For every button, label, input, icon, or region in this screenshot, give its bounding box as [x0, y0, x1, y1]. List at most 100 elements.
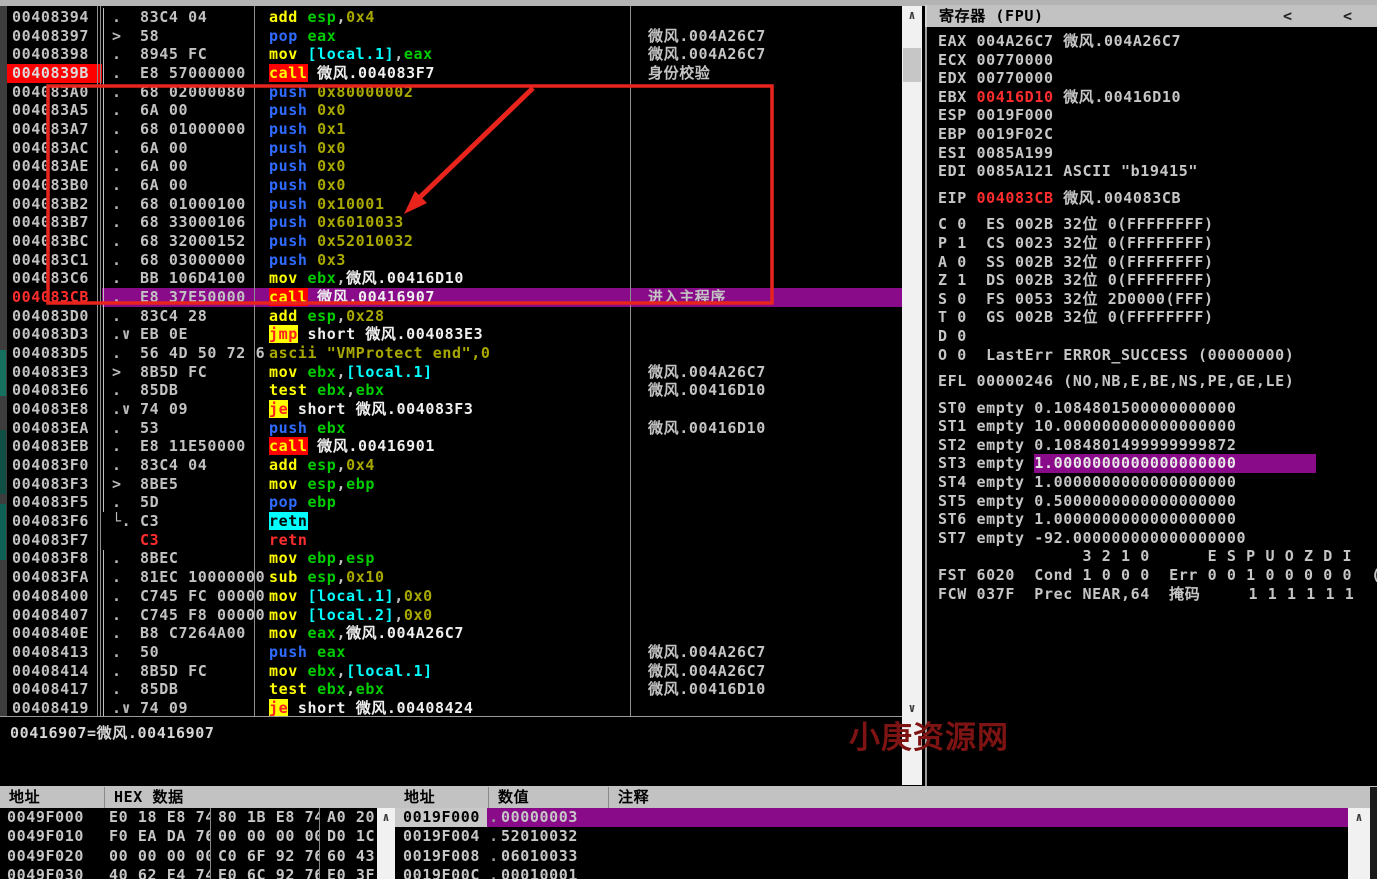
- disasm-row[interactable]: 004083E8.∨74 09je short 微风.004083F3: [7, 400, 902, 419]
- register-line[interactable]: ST0 empty 0.1084801500000000000: [927, 399, 1377, 418]
- address-cell[interactable]: 004083B0: [7, 176, 102, 195]
- address-cell[interactable]: 004083B7: [7, 213, 102, 232]
- address-cell[interactable]: 004083F6: [7, 512, 102, 531]
- address-cell[interactable]: 004083CB: [7, 288, 102, 307]
- register-line[interactable]: ST4 empty 1.0000000000000000000: [927, 473, 1377, 492]
- disasm-row[interactable]: 004083D5.56 4D 50 72 6F 74ascii "VMProte…: [7, 344, 902, 363]
- address-cell[interactable]: 004083BC: [7, 232, 102, 251]
- scroll-up-button[interactable]: ∧: [377, 808, 395, 825]
- register-line[interactable]: ESP 0019F000: [927, 106, 1377, 125]
- register-line[interactable]: EAX 004A26C7 微风.004A26C7: [927, 32, 1377, 51]
- dump-header-address[interactable]: 地址: [0, 787, 105, 808]
- dump-scrollbar[interactable]: ∧: [377, 808, 395, 879]
- stack-header-address[interactable]: 地址: [395, 787, 489, 808]
- disasm-row[interactable]: 004083BC.68 32000152push 0x52010032: [7, 232, 902, 251]
- registers-panel[interactable]: EAX 004A26C7 微风.004A26C7ECX 00770000EDX …: [925, 27, 1377, 786]
- address-cell[interactable]: 00408394: [7, 8, 102, 27]
- disasm-row[interactable]: 004083E6.85DBtest ebx,ebx微风.00416D10: [7, 381, 902, 400]
- disasm-row[interactable]: 004083A5.6A 00push 0x0: [7, 101, 902, 120]
- register-line[interactable]: ECX 00770000: [927, 51, 1377, 70]
- disasm-row[interactable]: 0040839B.E8 57000000call 微风.004083F7身份校验: [7, 64, 902, 83]
- register-line[interactable]: EBP 0019F02C: [927, 125, 1377, 144]
- disasm-row[interactable]: 004083C1.68 03000000push 0x3: [7, 251, 902, 270]
- disasm-row[interactable]: 00408413.50push eax微风.004A26C7: [7, 643, 902, 662]
- stack-header-comment[interactable]: 注释: [609, 787, 1348, 808]
- register-line[interactable]: ST1 empty 10.000000000000000000: [927, 417, 1377, 436]
- address-cell[interactable]: 004083FA: [7, 568, 102, 587]
- stack-row[interactable]: 0019F004.52010032: [395, 827, 1348, 846]
- address-cell[interactable]: 004083A5: [7, 101, 102, 120]
- disasm-row[interactable]: 00408419.∨74 09je short 微风.00408424: [7, 699, 902, 716]
- address-cell[interactable]: 00408398: [7, 45, 102, 64]
- register-line[interactable]: EFL 00000246 (NO,NB,E,BE,NS,PE,GE,LE): [927, 372, 1377, 391]
- address-cell[interactable]: 004083A0: [7, 83, 102, 102]
- scroll-up-button[interactable]: ∧: [1348, 808, 1370, 825]
- disasm-scrollbar[interactable]: ∧ ∨: [902, 6, 922, 785]
- register-line[interactable]: T 0 GS 002B 32位 0(FFFFFFFF): [927, 308, 1377, 327]
- disasm-row[interactable]: 004083F6└.C3retn: [7, 512, 902, 531]
- disasm-row[interactable]: 004083C6.BB 106D4100mov ebx,微风.00416D10: [7, 269, 902, 288]
- disasm-row[interactable]: 004083B7.68 33000106push 0x6010033: [7, 213, 902, 232]
- address-cell[interactable]: 00408417: [7, 680, 102, 699]
- disasm-row[interactable]: 004083F7C3retn: [7, 531, 902, 550]
- register-line[interactable]: 3 2 1 0 E S P U O Z D I: [927, 547, 1377, 566]
- collapse-chevron-left[interactable]: <: [1283, 5, 1293, 27]
- dump-row[interactable]: 0049F000E0 18 E8 7480 1B E8 74A0 20: [0, 808, 377, 827]
- address-cell[interactable]: 004083EA: [7, 419, 102, 438]
- register-line[interactable]: ST7 empty -92.000000000000000000: [927, 529, 1377, 548]
- register-line[interactable]: S 0 FS 0053 32位 2D0000(FFF): [927, 290, 1377, 309]
- dump-row[interactable]: 0049F02000 00 00 00C0 6F 92 7660 43: [0, 847, 377, 866]
- disasm-row[interactable]: 0040840E.B8 C7264A00mov eax,微风.004A26C7: [7, 624, 902, 643]
- disasm-row[interactable]: 004083CB.E8 37E50000call 微风.00416907进入主程…: [7, 288, 902, 307]
- disasm-row[interactable]: 004083AC.6A 00push 0x0: [7, 139, 902, 158]
- address-cell[interactable]: 004083AC: [7, 139, 102, 158]
- stack-header-value[interactable]: 数值: [489, 787, 609, 808]
- disasm-row[interactable]: 004083D3.∨EB 0Ejmp short 微风.004083E3: [7, 325, 902, 344]
- register-line[interactable]: A 0 SS 002B 32位 0(FFFFFFFF): [927, 253, 1377, 272]
- disasm-row[interactable]: 00408400.C745 FC 00000000mov [local.1],0…: [7, 587, 902, 606]
- disasm-row[interactable]: 004083AE.6A 00push 0x0: [7, 157, 902, 176]
- address-cell[interactable]: 004083C1: [7, 251, 102, 270]
- register-line[interactable]: D 0: [927, 327, 1377, 346]
- stack-row[interactable]: 0019F008.06010033: [395, 847, 1348, 866]
- register-line[interactable]: Z 1 DS 002B 32位 0(FFFFFFFF): [927, 271, 1377, 290]
- column-divider[interactable]: [97, 6, 98, 716]
- register-line[interactable]: ESI 0085A199: [927, 144, 1377, 163]
- disasm-row[interactable]: 00408417.85DBtest ebx,ebx微风.00416D10: [7, 680, 902, 699]
- register-line[interactable]: EDI 0085A121 ASCII "b19415": [927, 162, 1377, 181]
- disasm-row[interactable]: 004083A7.68 01000000push 0x1: [7, 120, 902, 139]
- address-cell[interactable]: 00408413: [7, 643, 102, 662]
- disasm-row[interactable]: 004083E3>8B5D FCmov ebx,[local.1]微风.004A…: [7, 363, 902, 382]
- address-cell[interactable]: 00408400: [7, 587, 102, 606]
- address-cell[interactable]: 004083E8: [7, 400, 102, 419]
- disasm-row[interactable]: 004083B0.6A 00push 0x0: [7, 176, 902, 195]
- address-cell[interactable]: 004083E3: [7, 363, 102, 382]
- dump-header-hexdata[interactable]: HEX 数据: [105, 787, 377, 808]
- disasm-row[interactable]: 00408414.8B5D FCmov ebx,[local.1]微风.004A…: [7, 662, 902, 681]
- register-line[interactable]: FCW 037F Prec NEAR,64 掩码 1 1 1 1 1 1: [927, 585, 1377, 604]
- address-cell[interactable]: 004083A7: [7, 120, 102, 139]
- address-cell[interactable]: 004083C6: [7, 269, 102, 288]
- collapse-chevron-right[interactable]: <: [1343, 5, 1353, 27]
- column-divider[interactable]: [254, 6, 255, 716]
- address-cell[interactable]: 004083B2: [7, 195, 102, 214]
- address-cell[interactable]: 00408419: [7, 699, 102, 716]
- disasm-row[interactable]: 004083F8.8BECmov ebp,esp: [7, 549, 902, 568]
- disasm-row[interactable]: 004083D0.83C4 28add esp,0x28: [7, 307, 902, 326]
- disasm-row[interactable]: 004083F5.5Dpop ebp: [7, 493, 902, 512]
- column-divider[interactable]: [630, 6, 631, 716]
- address-cell[interactable]: 004083F8: [7, 549, 102, 568]
- address-cell[interactable]: 0040840E: [7, 624, 102, 643]
- address-cell[interactable]: 004083AE: [7, 157, 102, 176]
- address-cell[interactable]: 00408414: [7, 662, 102, 681]
- register-line[interactable]: P 1 CS 0023 32位 0(FFFFFFFF): [927, 234, 1377, 253]
- disasm-row[interactable]: 004083A0.68 02000080push 0x80000002: [7, 83, 902, 102]
- disasm-row[interactable]: 004083B2.68 01000100push 0x10001: [7, 195, 902, 214]
- address-cell[interactable]: 00408407: [7, 606, 102, 625]
- address-cell[interactable]: 004083F3: [7, 475, 102, 494]
- stack-row[interactable]: 0019F00C.00010001: [395, 866, 1348, 879]
- register-line[interactable]: EIP 004083CB 微风.004083CB: [927, 189, 1377, 208]
- address-cell[interactable]: 0040839B: [7, 64, 102, 83]
- dump-row[interactable]: 0049F03040 62 E4 74E0 6C 92 76E0 3F: [0, 866, 377, 879]
- scroll-up-button[interactable]: ∧: [902, 6, 922, 23]
